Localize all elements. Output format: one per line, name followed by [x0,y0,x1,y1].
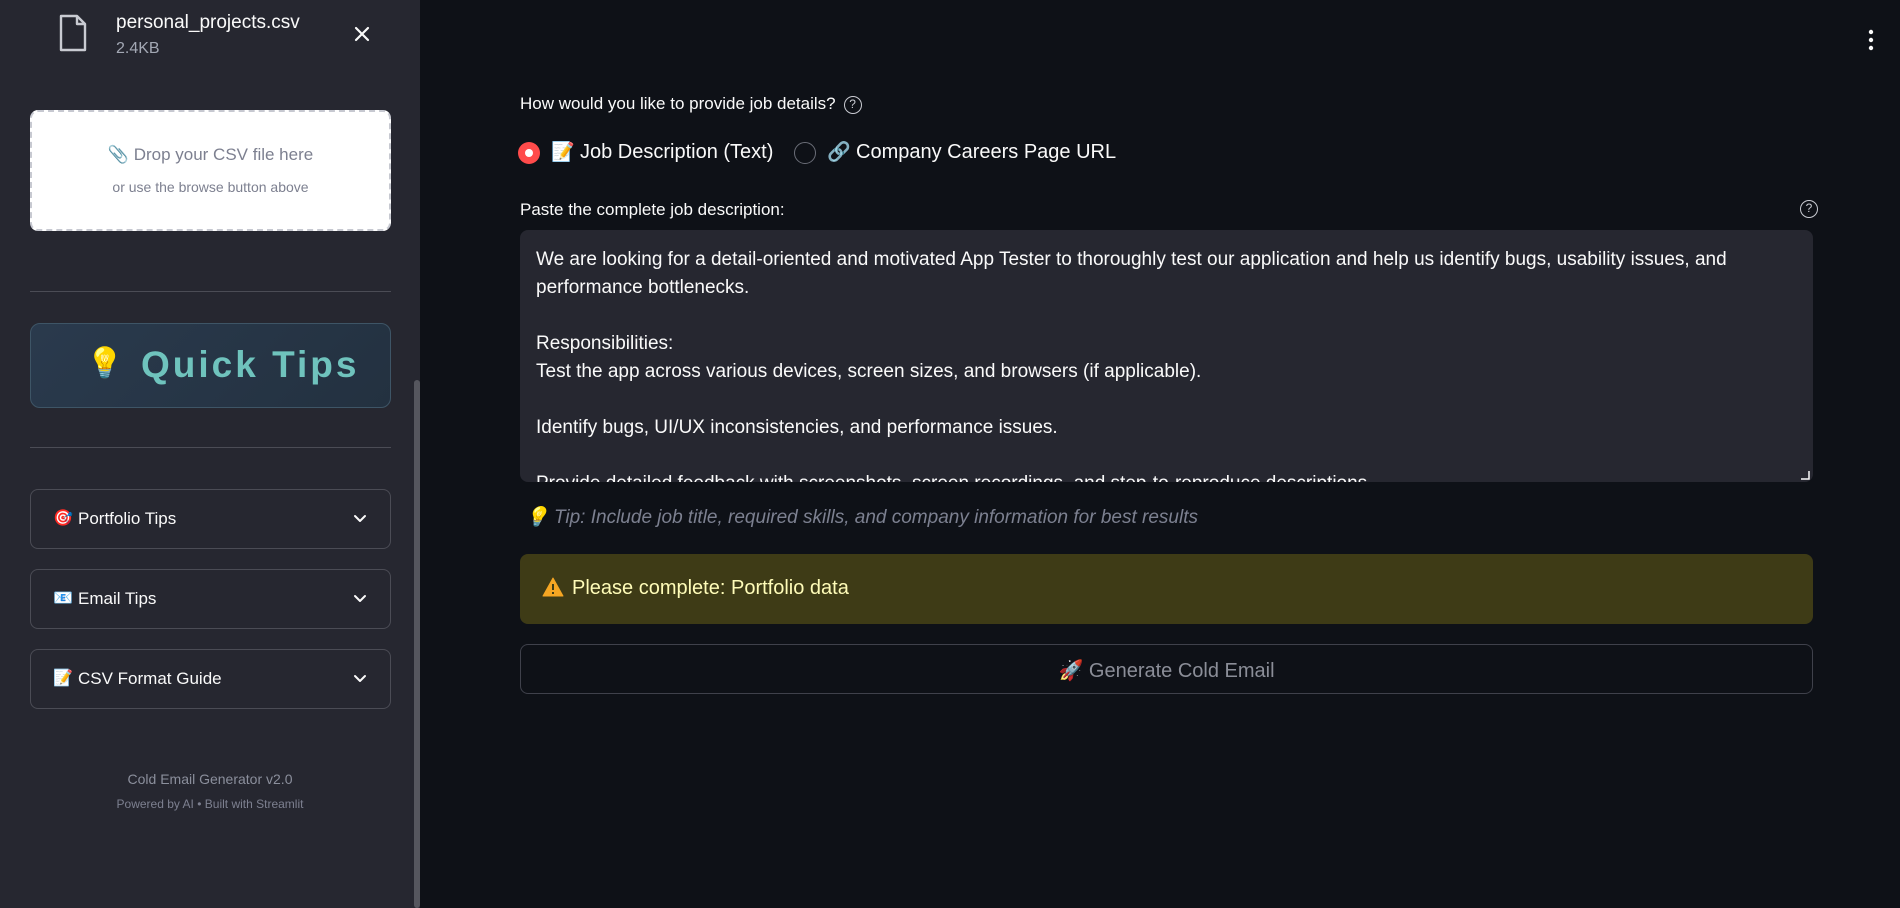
uploaded-file: personal_projects.csv 2.4KB [58,8,378,62]
expander-email-tips[interactable]: 📧 Email Tips [30,569,391,629]
memo-icon: 📝 [53,670,73,687]
app-credits: Powered by AI • Built with Streamlit [116,797,304,811]
file-size: 2.4KB [116,40,160,57]
radio-label: Company Careers Page URL [856,141,1117,163]
quick-tips-title: Quick Tips [141,344,360,385]
expander-portfolio-tips[interactable]: 🎯 Portfolio Tips [30,489,391,549]
email-icon: 📧 [53,590,73,607]
remove-file-button[interactable] [348,20,376,48]
warning-icon [542,577,564,597]
sidebar-scrollbar[interactable] [414,380,420,908]
generate-button-label: 🚀 Generate Cold Email [1058,660,1275,682]
target-icon: 🎯 [53,510,73,527]
paperclip-icon: 📎 [107,145,129,164]
dropzone-subtitle: or use the browse button above [112,179,309,195]
app-version: Cold Email Generator v2.0 [127,771,293,787]
link-icon: 🔗 [827,142,851,163]
more-options-icon[interactable] [1864,28,1878,52]
sidebar: personal_projects.csv 2.4KB 📎 Drop your … [0,0,420,908]
warning-alert: Please complete: Portfolio data [520,554,1813,624]
radio-selected-indicator[interactable] [518,142,540,164]
memo-icon: 📝 [551,142,575,163]
file-name: personal_projects.csv [116,12,300,33]
sidebar-divider [30,291,391,292]
quick-tips-banner: 💡 Quick Tips [30,323,391,408]
chevron-down-icon [354,515,366,522]
resize-handle-icon[interactable] [1800,470,1810,480]
expander-label: CSV Format Guide [78,669,222,688]
sidebar-divider [30,447,391,448]
help-icon[interactable]: ? [843,95,862,114]
generate-cold-email-button[interactable]: 🚀 Generate Cold Email [520,644,1813,694]
expander-label: Email Tips [78,589,157,608]
lightbulb-icon: 💡 [525,507,549,528]
file-icon [59,14,87,52]
radio-careers-page-url[interactable]: 🔗 Company Careers Page URL [794,138,1117,166]
rocket-icon: 🚀 [1058,660,1084,682]
job-description-label: Paste the complete job description: [520,200,785,219]
job-description-textarea[interactable]: We are looking for a detail-oriented and… [520,230,1813,482]
csv-dropzone[interactable]: 📎 Drop your CSV file here or use the bro… [30,110,391,231]
radio-job-description[interactable]: 📝 Job Description (Text) [518,138,778,166]
expander-label: Portfolio Tips [78,509,177,528]
help-icon[interactable]: ? [1800,200,1818,218]
chevron-down-icon [354,675,366,682]
radio-unselected-indicator[interactable] [794,142,816,164]
radio-label: Job Description (Text) [580,141,774,163]
expander-csv-format-guide[interactable]: 📝 CSV Format Guide [30,649,391,709]
job-details-question: How would you like to provide job detail… [520,94,862,114]
input-tip: 💡 Tip: Include job title, required skill… [525,507,1198,528]
dropzone-title: 📎 Drop your CSV file here [107,145,314,164]
lightbulb-icon: 💡 [86,347,124,380]
warning-text: Please complete: Portfolio data [572,577,849,599]
chevron-down-icon [354,595,366,602]
